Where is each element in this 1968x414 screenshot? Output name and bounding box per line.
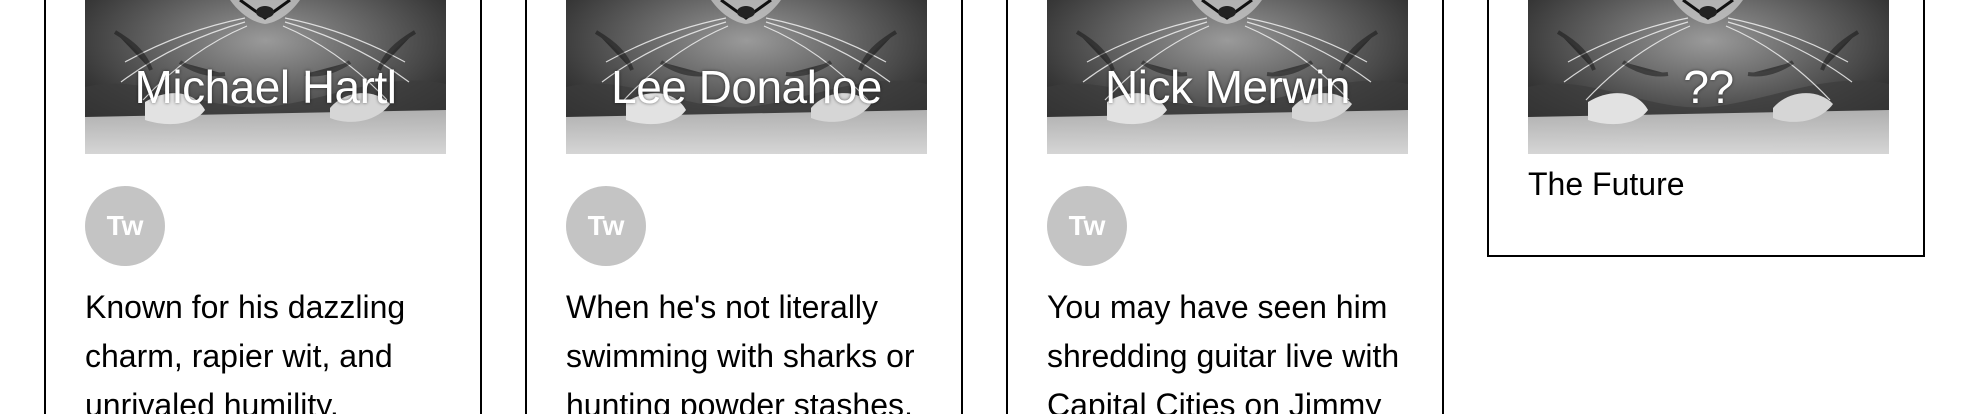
member-bio: Known for his dazzling charm, rapier wit… bbox=[85, 289, 406, 414]
member-bio: When he's not literally swimming with sh… bbox=[566, 289, 915, 414]
member-name: Lee Donahoe bbox=[611, 61, 882, 113]
team-card-michael-hartl: Michael Hartl Tw Known for his dazzling … bbox=[44, 0, 482, 414]
team-board: Michael Hartl Tw Known for his dazzling … bbox=[0, 0, 1968, 414]
member-bio: You may have seen him shredding guitar l… bbox=[1047, 289, 1400, 414]
twitter-icon[interactable]: Tw bbox=[1047, 186, 1127, 266]
team-card-future: ?? The Future bbox=[1487, 0, 1925, 257]
member-name: Nick Merwin bbox=[1105, 61, 1350, 113]
member-subtitle: The Future bbox=[1528, 166, 1685, 202]
cat-photo: ?? bbox=[1528, 0, 1889, 154]
twitter-icon[interactable]: Tw bbox=[85, 186, 165, 266]
team-card-lee-donahoe: Lee Donahoe Tw When he's not literally s… bbox=[525, 0, 963, 414]
cat-photo: Nick Merwin bbox=[1047, 0, 1408, 154]
twitter-icon[interactable]: Tw bbox=[566, 186, 646, 266]
member-name: Michael Hartl bbox=[134, 61, 397, 113]
cat-photo: Lee Donahoe bbox=[566, 0, 927, 154]
member-name: ?? bbox=[1683, 61, 1734, 113]
team-card-nick-merwin: Nick Merwin Tw You may have seen him shr… bbox=[1006, 0, 1444, 414]
cat-photo: Michael Hartl bbox=[85, 0, 446, 154]
